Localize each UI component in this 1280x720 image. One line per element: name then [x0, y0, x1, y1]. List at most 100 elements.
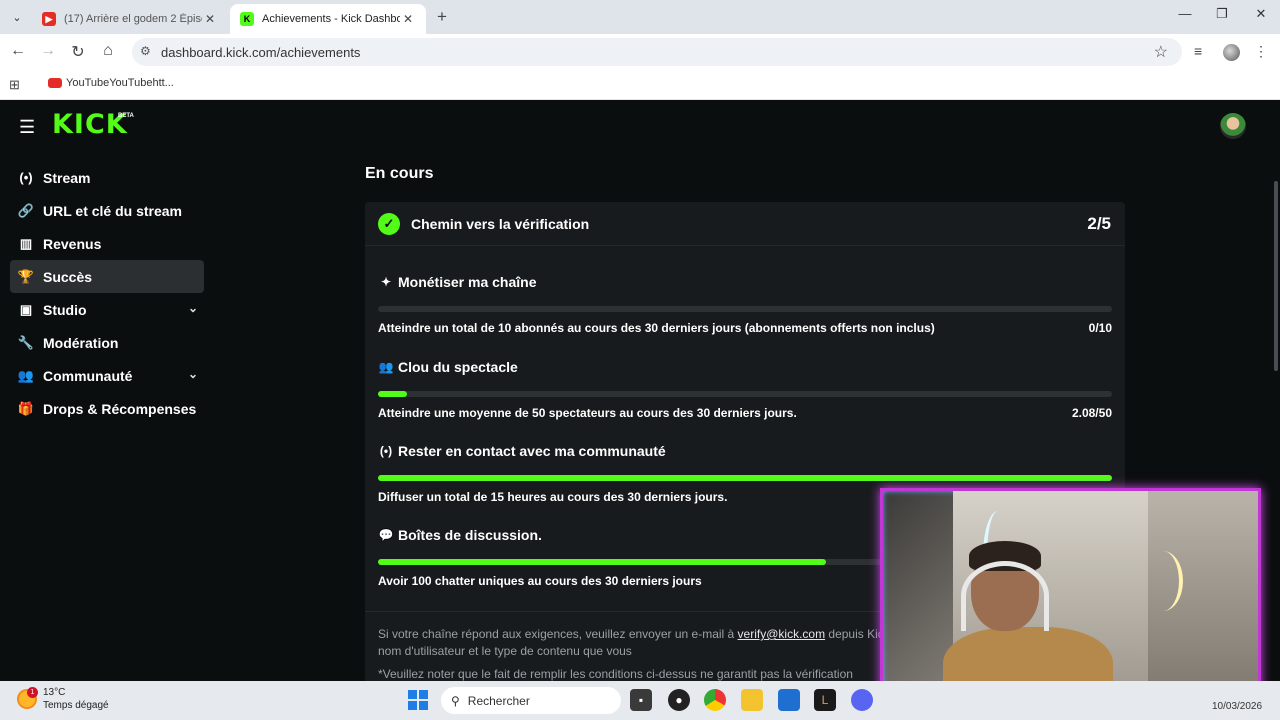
home-button[interactable]: ⌂	[97, 42, 119, 60]
weather-temp: 13°C	[43, 687, 66, 698]
reload-button[interactable]: ↻	[67, 42, 89, 62]
viewers-icon: 👥	[378, 360, 394, 374]
sidebar-item-studio[interactable]: ▣ Studio ⌄	[10, 293, 204, 326]
goal-title: Monétiser ma chaîne	[398, 274, 537, 290]
chevron-down-icon[interactable]: ⌄	[188, 301, 198, 315]
close-window-button[interactable]: ✕	[1246, 6, 1276, 22]
bookmark-youtube[interactable]: YouTubeYouTubehtt...	[48, 77, 174, 89]
note-text: Si votre chaîne répond aux exigences, ve…	[378, 627, 738, 641]
beta-label: BETA	[118, 113, 134, 119]
sparkle-icon: ✦	[380, 275, 392, 289]
page-scrollbar[interactable]	[1274, 181, 1278, 371]
goal-viewers: 👥 Clou du spectacle Atteindre une moyenn…	[378, 359, 1112, 420]
kick-logo[interactable]: KICK	[52, 111, 128, 138]
progress-fill	[378, 559, 826, 565]
trophy-icon: 🏆	[17, 268, 35, 284]
sidebar-item-achievements[interactable]: 🏆 Succès	[10, 260, 204, 293]
sidebar-item-label: Stream	[43, 169, 91, 186]
sidebar-item-drops[interactable]: 🎁 Drops & Récompenses	[10, 392, 204, 425]
broadcast-icon: (•)	[379, 444, 393, 458]
tab-youtube[interactable]: ▶ (17) Arrière el godem 2 Épisode ✕	[32, 4, 228, 34]
sidebar-item-community[interactable]: 👥 Communauté ⌄	[10, 359, 204, 392]
tab-kick-dashboard[interactable]: K Achievements - Kick Dashboard ✕	[230, 4, 426, 34]
sidebar-item-moderation[interactable]: 🔧 Modération	[10, 326, 204, 359]
hamburger-menu-icon[interactable]: ☰	[19, 117, 35, 138]
youtube-icon	[48, 78, 62, 88]
close-tab-icon[interactable]: ✕	[400, 12, 416, 26]
goal-description: Atteindre un total de 10 abonnés au cour…	[378, 321, 935, 335]
league-icon[interactable]: L	[814, 689, 836, 711]
store-icon[interactable]	[778, 689, 800, 711]
sidebar-item-stream[interactable]: (•) Stream	[10, 161, 204, 194]
bookmarks-bar: ⊞ YouTubeYouTubehtt...	[0, 70, 1280, 100]
chart-icon: ▥	[19, 235, 33, 251]
goal-description: Diffuser un total de 15 heures au cours …	[378, 490, 728, 504]
progress-fill	[378, 391, 408, 397]
chat-icon: 💬	[378, 528, 394, 542]
sidebar-item-stream-key[interactable]: 🔗 URL et clé du stream	[10, 194, 204, 227]
maximize-button[interactable]: ❐	[1207, 6, 1237, 22]
menu-icon[interactable]: ⋮	[1254, 43, 1268, 60]
forward-button[interactable]: →	[37, 42, 59, 60]
user-avatar[interactable]	[1220, 113, 1246, 139]
progress-bar	[378, 391, 1112, 397]
close-tab-icon[interactable]: ✕	[202, 12, 218, 26]
broadcast-icon: (•)	[19, 170, 33, 185]
goal-value: 0/10	[1088, 321, 1112, 335]
goal-title: Clou du spectacle	[398, 359, 518, 375]
file-explorer-icon[interactable]	[741, 689, 763, 711]
chevron-down-icon[interactable]: ⌄	[188, 367, 198, 381]
webcam-overlay	[880, 488, 1261, 700]
goal-description: Atteindre une moyenne de 50 spectateurs …	[378, 406, 797, 420]
goal-title: Boîtes de discussion.	[398, 527, 542, 543]
tab-title: (17) Arrière el godem 2 Épisode	[64, 13, 202, 25]
sidebar-item-label: Succès	[43, 268, 93, 285]
chrome-icon[interactable]	[704, 689, 726, 711]
address-bar[interactable]: ⚙ dashboard.kick.com/achievements ☆	[132, 38, 1182, 66]
progress-bar	[378, 306, 1112, 312]
sidebar-item-revenue[interactable]: ▥ Revenus	[10, 227, 204, 260]
discord-icon[interactable]	[851, 689, 873, 711]
card-title: Chemin vers la vérification	[411, 216, 590, 232]
sidebar-item-label: Modération	[43, 334, 119, 351]
studio-icon: ▣	[19, 301, 33, 317]
app-icon[interactable]: ▪	[630, 689, 652, 711]
section-title: En cours	[365, 165, 434, 182]
windows-taskbar: 1 13°C Temps dégagé ⚲ Rechercher ▪ ● L 1…	[0, 681, 1280, 720]
verify-email-link[interactable]: verify@kick.com	[738, 627, 826, 641]
url-text: dashboard.kick.com/achievements	[161, 45, 361, 60]
wrench-icon: 🔧	[17, 334, 35, 350]
apps-grid-icon[interactable]: ⊞	[9, 77, 20, 93]
bookmark-label: YouTubeYouTubehtt...	[66, 77, 174, 89]
windows-start-icon[interactable]	[408, 690, 428, 710]
browser-tab-bar: ⌄ ▶ (17) Arrière el godem 2 Épisode ✕ K …	[0, 0, 1280, 34]
weather-widget[interactable]: 1 13°C Temps dégagé	[17, 686, 109, 712]
minimize-button[interactable]: —	[1170, 6, 1200, 21]
progress-bar	[378, 475, 1112, 481]
weather-desc: Temps dégagé	[43, 700, 109, 711]
sidebar-nav: (•) Stream 🔗 URL et clé du stream ▥ Reve…	[10, 161, 204, 425]
browser-profile-avatar[interactable]	[1223, 44, 1240, 61]
site-info-icon[interactable]: ⚙	[140, 44, 151, 58]
sidebar-item-label: URL et clé du stream	[43, 202, 183, 219]
youtube-icon: ▶	[42, 12, 56, 26]
card-header[interactable]: ✓ Chemin vers la vérification 2/5	[365, 202, 1125, 246]
gift-icon: 🎁	[17, 400, 35, 416]
sidebar-item-label: Studio	[43, 301, 87, 318]
webcam-light	[1143, 551, 1183, 611]
back-button[interactable]: ←	[7, 42, 29, 60]
goal-value: 2.08/50	[1071, 406, 1112, 420]
taskbar-search[interactable]: ⚲ Rechercher	[441, 687, 621, 714]
search-placeholder: Rechercher	[467, 693, 530, 708]
media-control-icon[interactable]: ≡	[1194, 43, 1202, 59]
browser-toolbar: ← → ↻ ⌂ ⚙ dashboard.kick.com/achievement…	[0, 34, 1280, 70]
sidebar-item-label: Drops & Récompenses	[43, 400, 197, 417]
tab-search-button[interactable]: ⌄	[6, 7, 28, 27]
new-tab-button[interactable]: +	[432, 7, 452, 27]
sidebar-item-label: Revenus	[43, 235, 102, 252]
progress-fill	[378, 475, 1112, 481]
taskbar-date[interactable]: 10/03/2026	[1212, 701, 1262, 712]
app-icon[interactable]: ●	[668, 689, 690, 711]
bookmark-star-icon[interactable]: ☆	[1154, 42, 1168, 62]
goal-description: Avoir 100 chatter uniques au cours des 3…	[378, 574, 702, 588]
